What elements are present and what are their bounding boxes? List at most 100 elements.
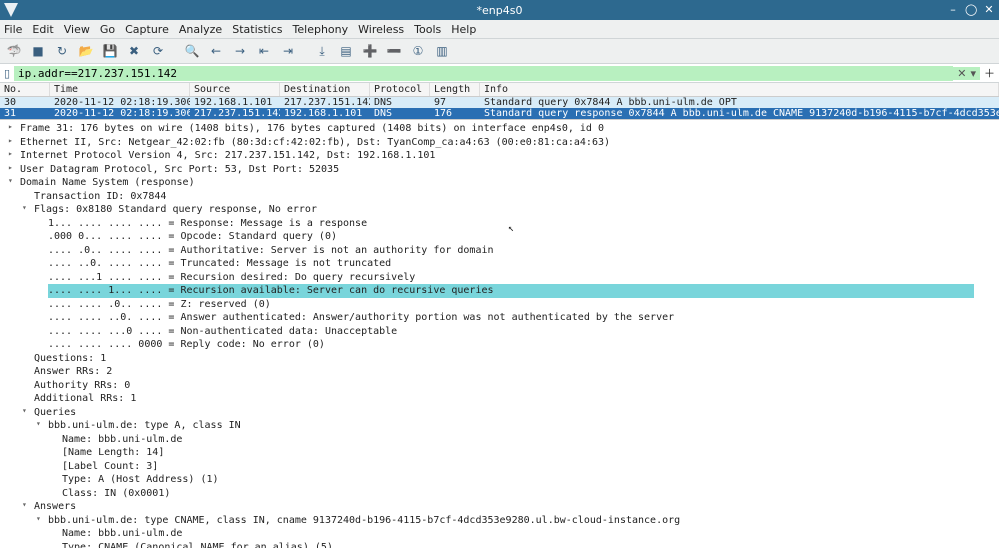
dns-flag-line[interactable]: .... ..0. .... .... = Truncated: Message… — [34, 257, 993, 271]
dns-flag-line[interactable]: .... ...1 .... .... = Recursion desired:… — [34, 271, 993, 285]
packet-list-pane[interactable]: No.TimeSourceDestinationProtocolLengthIn… — [0, 83, 999, 119]
dns-answer-cname[interactable]: bbb.uni-ulm.de: type CNAME, class IN, cn… — [34, 514, 993, 528]
cell-dst: 192.168.1.101 — [280, 108, 370, 119]
column-header-protocol[interactable]: Protocol — [370, 83, 430, 96]
column-header-source[interactable]: Source — [190, 83, 280, 96]
cell-src: 192.168.1.101 — [190, 97, 280, 108]
go-last-icon[interactable]: ⇥ — [278, 41, 298, 61]
app-icon — [4, 3, 18, 17]
cell-src: 217.237.151.142 — [190, 108, 280, 119]
cell-time: 2020-11-12 02:18:19.306467344 — [50, 108, 190, 119]
window-close-button[interactable]: ✕ — [983, 4, 995, 16]
dns-flag-line[interactable]: .... .... .0.. .... = Z: reserved (0) — [34, 298, 993, 312]
go-first-icon[interactable]: ⇤ — [254, 41, 274, 61]
ethernet-summary[interactable]: Ethernet II, Src: Netgear_42:02:fb (80:3… — [6, 136, 993, 150]
resize-columns-icon[interactable]: ▥ — [432, 41, 452, 61]
zoom-in-icon[interactable]: ➕ — [360, 41, 380, 61]
sep — [302, 42, 308, 60]
cell-len: 97 — [430, 97, 480, 108]
query-name[interactable]: Name: bbb.uni-ulm.de — [48, 433, 993, 447]
ip-summary[interactable]: Internet Protocol Version 4, Src: 217.23… — [6, 149, 993, 163]
menu-edit[interactable]: Edit — [32, 23, 53, 36]
cell-proto: DNS — [370, 108, 430, 119]
restart-capture-icon[interactable]: ↻ — [52, 41, 72, 61]
dns-flag-line[interactable]: .... .... 1... .... = Recursion availabl… — [34, 284, 993, 298]
find-icon[interactable]: 🔍 — [182, 41, 202, 61]
column-header-no[interactable]: No. — [0, 83, 50, 96]
stop-capture-icon[interactable]: ■ — [28, 41, 48, 61]
close-icon[interactable]: ✖ — [124, 41, 144, 61]
menu-bar: File Edit View Go Capture Analyze Statistics Te… — [0, 20, 999, 39]
udp-summary[interactable]: User Datagram Protocol, Src Port: 53, Ds… — [6, 163, 993, 177]
dns-flags-header[interactable]: Flags: 0x8180 Standard query response, N… — [20, 203, 993, 217]
frame-summary[interactable]: Frame 31: 176 bytes on wire (1408 bits),… — [6, 122, 993, 136]
dns-flag-recursion-available-selected[interactable]: .... .... 1... .... = Recursion availabl… — [48, 284, 974, 298]
dns-queries-header[interactable]: Queries — [20, 406, 993, 420]
bookmark-filter-icon[interactable]: ▯ — [0, 67, 14, 80]
window-title: *enp4s0 — [477, 4, 523, 17]
dns-summary[interactable]: Domain Name System (response) — [6, 176, 993, 190]
dns-answer-rrs-count[interactable]: Answer RRs: 2 — [20, 365, 993, 379]
dns-flag-line[interactable]: .... .... .... 0000 = Reply code: No err… — [34, 338, 993, 352]
window-maximize-button[interactable]: ◯ — [965, 4, 977, 16]
dns-questions-count[interactable]: Questions: 1 — [20, 352, 993, 366]
zoom-out-icon[interactable]: ➖ — [384, 41, 404, 61]
query-class[interactable]: Class: IN (0x0001) — [48, 487, 993, 501]
packet-row[interactable]: 302020-11-12 02:18:19.300204018192.168.1… — [0, 97, 999, 108]
clear-filter-icon[interactable]: ✕ — [957, 67, 966, 80]
menu-view[interactable]: View — [64, 23, 90, 36]
zoom-reset-icon[interactable]: ① — [408, 41, 428, 61]
dns-additional-rrs-count[interactable]: Additional RRs: 1 — [20, 392, 993, 406]
cell-proto: DNS — [370, 97, 430, 108]
menu-go[interactable]: Go — [100, 23, 115, 36]
open-icon[interactable]: 📂 — [76, 41, 96, 61]
dns-transaction-id[interactable]: Transaction ID: 0x7844 — [20, 190, 993, 204]
ans1-type[interactable]: Type: CNAME (Canonical NAME for an alias… — [48, 541, 993, 548]
menu-analyze[interactable]: Analyze — [179, 23, 222, 36]
menu-wireless[interactable]: Wireless — [358, 23, 404, 36]
cell-info: Standard query response 0x7844 A bbb.uni… — [480, 108, 999, 119]
dns-flag-line[interactable]: .... .... ...0 .... = Non-authenticated … — [34, 325, 993, 339]
autoscroll-icon[interactable]: ⤓ — [312, 41, 332, 61]
window-titlebar: *enp4s0 – ◯ ✕ — [0, 0, 999, 20]
menu-statistics[interactable]: Statistics — [232, 23, 282, 36]
go-back-icon[interactable]: ← — [206, 41, 226, 61]
sep — [172, 42, 178, 60]
mouse-cursor-icon: ↖ — [508, 222, 514, 236]
query-label-count[interactable]: [Label Count: 3] — [48, 460, 993, 474]
query-type[interactable]: Type: A (Host Address) (1) — [48, 473, 993, 487]
menu-file[interactable]: File — [4, 23, 22, 36]
column-header-time[interactable]: Time — [50, 83, 190, 96]
display-filter-bar: ▯ ✕ ▾ ＋ — [0, 64, 999, 83]
colorize-icon[interactable]: ▤ — [336, 41, 356, 61]
reload-icon[interactable]: ⟳ — [148, 41, 168, 61]
cell-time: 2020-11-12 02:18:19.300204018 — [50, 97, 190, 108]
packet-details-pane[interactable]: Frame 31: 176 bytes on wire (1408 bits),… — [0, 119, 999, 548]
column-header-destination[interactable]: Destination — [280, 83, 370, 96]
display-filter-input[interactable] — [14, 66, 953, 81]
window-minimize-button[interactable]: – — [947, 4, 959, 16]
dns-flag-line[interactable]: .... .... ..0. .... = Answer authenticat… — [34, 311, 993, 325]
cell-len: 176 — [430, 108, 480, 119]
menu-telephony[interactable]: Telephony — [293, 23, 349, 36]
main-toolbar: 🦈■↻📂💾✖⟳ 🔍←→⇤⇥ ⤓▤➕➖①▥ — [0, 39, 999, 64]
query-name-length[interactable]: [Name Length: 14] — [48, 446, 993, 460]
dns-authority-rrs-count[interactable]: Authority RRs: 0 — [20, 379, 993, 393]
menu-tools[interactable]: Tools — [414, 23, 441, 36]
shark-icon[interactable]: 🦈 — [4, 41, 24, 61]
cell-info: Standard query 0x7844 A bbb.uni-ulm.de O… — [480, 97, 999, 108]
ans1-name[interactable]: Name: bbb.uni-ulm.de — [48, 527, 993, 541]
dns-flag-line[interactable]: .... .0.. .... .... = Authoritative: Ser… — [34, 244, 993, 258]
add-filter-button-icon[interactable]: ＋ — [980, 65, 999, 81]
column-header-length[interactable]: Length — [430, 83, 480, 96]
column-header-info[interactable]: Info — [480, 83, 999, 96]
menu-capture[interactable]: Capture — [125, 23, 169, 36]
go-forward-icon[interactable]: → — [230, 41, 250, 61]
filter-history-dropdown-icon[interactable]: ▾ — [970, 67, 976, 80]
menu-help[interactable]: Help — [451, 23, 476, 36]
dns-answers-header[interactable]: Answers — [20, 500, 993, 514]
dns-query-entry[interactable]: bbb.uni-ulm.de: type A, class IN — [34, 419, 993, 433]
packet-row[interactable]: 312020-11-12 02:18:19.306467344217.237.1… — [0, 108, 999, 119]
cell-no: 31 — [0, 108, 50, 119]
save-icon[interactable]: 💾 — [100, 41, 120, 61]
